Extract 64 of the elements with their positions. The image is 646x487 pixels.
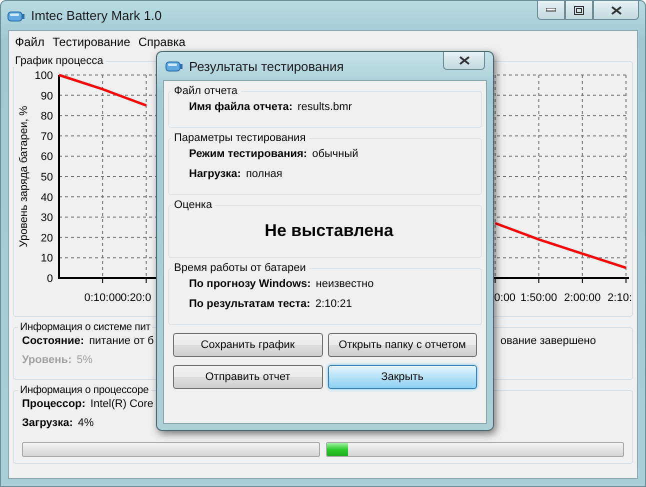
x-tick-label: 0:10:00: [84, 292, 121, 304]
y-axis-label: Уровень заряда батареи, %: [18, 106, 30, 248]
y-tick-label: 20: [40, 232, 53, 244]
dialog-button[interactable]: Отправить отчет: [173, 365, 322, 389]
dialog-button[interactable]: Закрыть: [328, 365, 477, 389]
field-value: неизвестно: [316, 278, 374, 290]
y-tick-label: 70: [40, 130, 53, 143]
section-title: Оценка: [173, 199, 214, 211]
panel-title: График процесса: [14, 55, 104, 67]
field-value: полная: [246, 168, 282, 180]
field-label: По прогнозу Windows:: [189, 278, 311, 290]
y-tick-label: 100: [34, 70, 53, 82]
maximize-button[interactable]: [565, 1, 593, 20]
processor-label: Процессор:: [22, 398, 86, 410]
field-value: 2:10:21: [315, 298, 352, 310]
dialog-title: Результаты тестирования: [189, 58, 344, 74]
minimize-icon: [546, 8, 556, 12]
field-label: Нагрузка:: [189, 168, 241, 180]
y-tick-label: 80: [40, 110, 53, 123]
load-label: Загрузка:: [22, 417, 73, 429]
y-tick-label: 90: [40, 90, 53, 102]
y-tick-label: 10: [40, 252, 53, 265]
processor-value: Intel(R) Core: [90, 398, 154, 410]
y-tick-label: 30: [40, 212, 53, 224]
menu-item[interactable]: Тестирование: [48, 35, 134, 49]
x-tick-label: 0:00: [494, 292, 516, 304]
state-value: ование завершено: [500, 335, 596, 347]
menu-item[interactable]: Справка: [134, 35, 190, 49]
close-button[interactable]: [443, 52, 485, 70]
panel-title: Информация о процессоре: [19, 384, 150, 396]
window-title: Imtec Battery Mark 1.0: [31, 8, 162, 23]
battery-icon: [165, 60, 183, 72]
minimize-button[interactable]: [537, 1, 565, 20]
field-label: Имя файла отчета:: [189, 101, 293, 113]
level-value: 5%: [76, 354, 93, 366]
y-tick-label: 40: [40, 192, 53, 204]
dialog-button[interactable]: Сохранить график: [173, 333, 322, 357]
section-title: Время работы от батареи: [173, 262, 307, 274]
load-value: 4%: [78, 417, 94, 429]
y-tick-label: 50: [40, 172, 53, 184]
section-title: Параметры тестирования: [173, 132, 307, 144]
y-tick-label: 60: [40, 151, 53, 164]
close-icon: [458, 56, 470, 65]
maximize-icon: [574, 6, 584, 14]
battery-icon: [7, 10, 25, 22]
x-tick-label: 2:10:: [608, 292, 632, 304]
state-value: питание от б: [89, 335, 154, 347]
panel-title: Информация о системе пит: [19, 321, 152, 333]
dialog-button[interactable]: Открыть папку с отчетом: [328, 333, 477, 357]
field-value: results.bmr: [298, 101, 352, 113]
close-button[interactable]: [593, 1, 639, 20]
x-tick-label: 1:50:00: [520, 292, 558, 304]
level-label: Уровень:: [22, 354, 72, 366]
state-label: Состояние:: [22, 335, 84, 347]
score-text: Не выставлена: [264, 220, 394, 242]
field-value: обычный: [312, 148, 358, 160]
field-label: По результатам теста:: [189, 298, 310, 310]
x-tick-label: 2:00:00: [564, 292, 601, 304]
y-tick-label: 0: [46, 273, 53, 285]
x-tick-label: 0:20:0: [120, 292, 152, 304]
close-icon: [610, 6, 622, 14]
field-label: Режим тестирования:: [189, 148, 308, 160]
menu-item[interactable]: Файл: [11, 35, 49, 49]
section-title: Файл отчета: [173, 85, 239, 97]
